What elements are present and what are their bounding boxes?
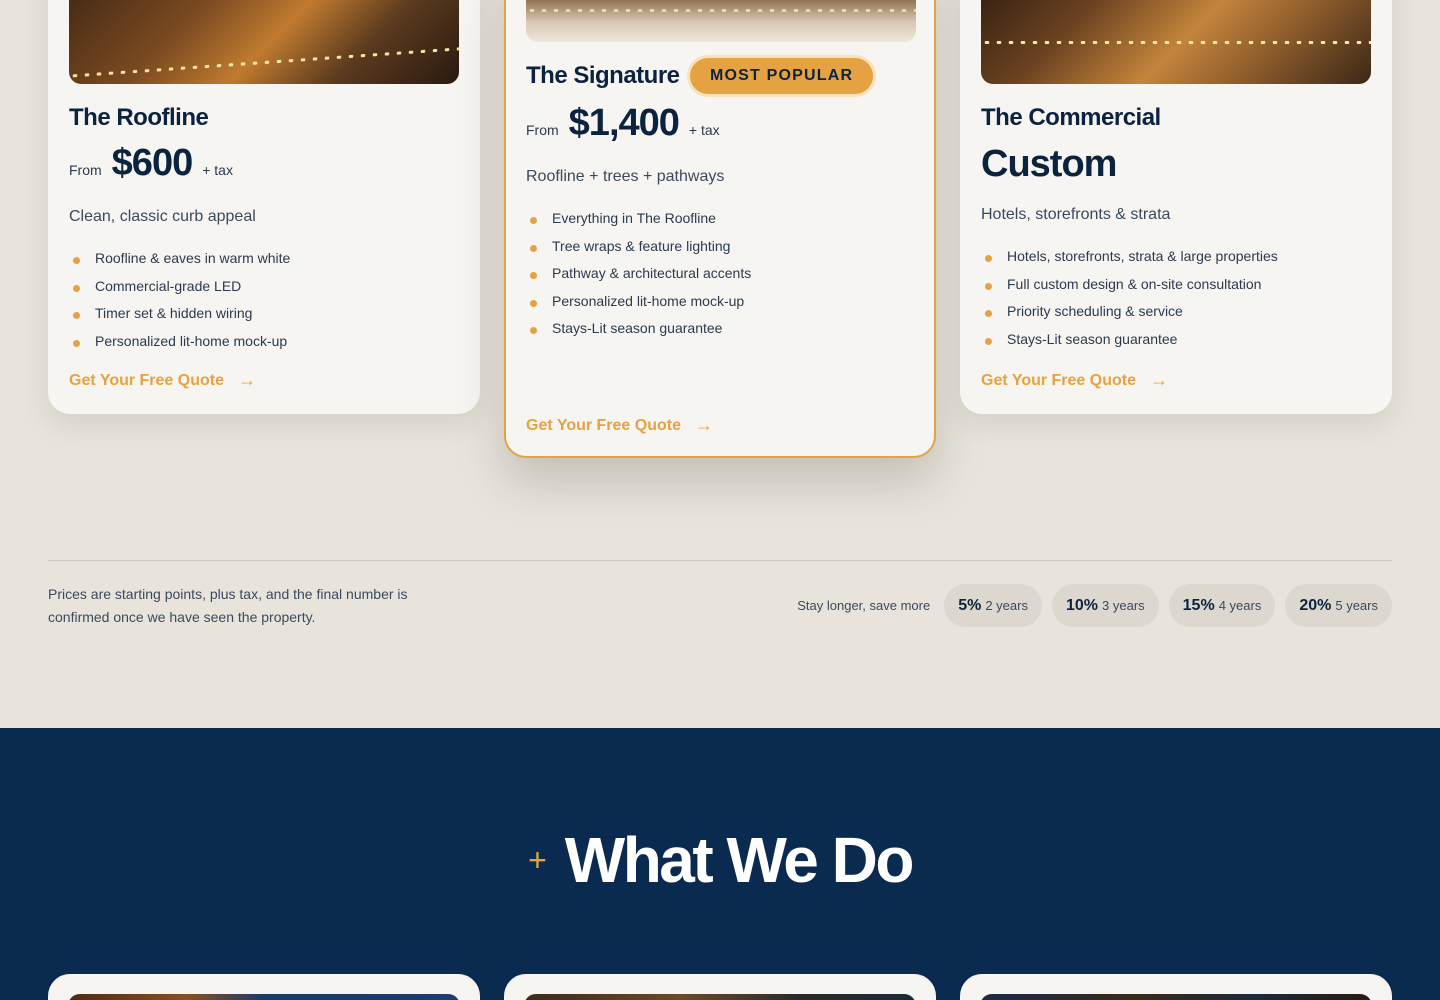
feature-item: Everything in The Roofline (526, 208, 751, 236)
plan-tagline: Roofline + trees + pathways (526, 168, 725, 185)
pricing-card-roofline: The Roofline From $600 + tax Clean, clas… (48, 0, 480, 414)
roofline-photo (69, 0, 459, 84)
signature-photo (526, 0, 916, 42)
cta-label: Get Your Free Quote (526, 416, 681, 434)
cta-label: Get Your Free Quote (981, 371, 1136, 389)
feature-item: Full custom design & on-site consultatio… (981, 274, 1278, 302)
feature-item: Roofline & eaves in warm white (69, 248, 290, 276)
feature-item: Personalized lit-home mock-up (526, 291, 751, 319)
price-amount: Custom (981, 143, 1117, 185)
services-heading: + What We Do (0, 823, 1440, 897)
plus-icon: + (528, 841, 547, 878)
price-row: From $600 + tax (69, 142, 233, 185)
service-photo (68, 994, 460, 1000)
price-amount: $600 (111, 142, 194, 184)
discount-years: 2 years (985, 598, 1028, 613)
dot-icon (73, 339, 80, 347)
discount-percent: 20% (1299, 596, 1332, 614)
plan-tagline: Clean, classic curb appeal (69, 208, 256, 225)
dot-icon (530, 244, 537, 252)
get-quote-link[interactable]: Get Your Free Quote → (981, 370, 1168, 391)
feature-list: Roofline & eaves in warm white Commercia… (69, 248, 290, 358)
feature-item: Timer set & hidden wiring (69, 303, 290, 331)
arrow-right-icon: → (238, 370, 256, 390)
services-section: + What We Do (0, 728, 1440, 1000)
discount-chip: 20% 5 years (1285, 584, 1392, 627)
discount-percent: 5% (958, 596, 982, 614)
plan-name: The Signature (526, 62, 680, 89)
discount-chip: 15% 4 years (1168, 584, 1276, 627)
feature-item: Personalized lit-home mock-up (69, 331, 290, 359)
dot-icon (73, 284, 80, 292)
discount-percent: 10% (1065, 596, 1099, 614)
plan-tagline: Hotels, storefronts & strata (981, 206, 1171, 223)
get-quote-link[interactable]: Get Your Free Quote → (526, 415, 713, 436)
service-photo (980, 994, 1372, 1000)
feature-item: Priority scheduling & service (981, 301, 1278, 329)
dot-icon (530, 299, 537, 307)
discount-chip: 5% 2 years (944, 584, 1042, 627)
dot-icon (73, 312, 80, 319)
service-card[interactable] (48, 974, 480, 1000)
pricing-card-signature: The Signature MOST POPULAR From $1,400 +… (504, 0, 936, 458)
arrow-right-icon: → (1150, 370, 1168, 390)
discount-percent: 15% (1182, 596, 1215, 614)
commercial-photo (981, 0, 1371, 84)
get-quote-link[interactable]: Get Your Free Quote → (69, 370, 256, 391)
discounts-label: Stay longer, save more (797, 598, 931, 613)
feature-item: Stays-Lit season guarantee (981, 329, 1278, 357)
price-from-label: From (69, 162, 102, 178)
loyalty-discounts: Stay longer, save more 5% 2 years 10% 3 … (797, 584, 1392, 627)
feature-item: Pathway & architectural accents (526, 263, 751, 291)
dot-icon (985, 282, 992, 290)
dot-icon (530, 327, 537, 334)
section-divider (48, 560, 1392, 561)
dot-icon (73, 257, 80, 264)
service-card[interactable] (504, 974, 936, 1000)
arrow-right-icon: → (695, 415, 713, 435)
price-row: From $1,400 + tax (526, 102, 720, 145)
feature-item: Tree wraps & feature lighting (526, 236, 751, 264)
feature-list: Hotels, storefronts, strata & large prop… (981, 246, 1278, 356)
plan-name: The Commercial (981, 104, 1161, 131)
pricing-card-commercial: The Commercial Custom Hotels, storefront… (960, 0, 1392, 414)
most-popular-badge: MOST POPULAR (690, 58, 874, 94)
discount-years: 3 years (1102, 598, 1145, 613)
feature-item: Commercial-grade LED (69, 276, 290, 304)
service-card[interactable] (960, 974, 1392, 1000)
dot-icon (985, 310, 992, 317)
discount-years: 5 years (1335, 598, 1378, 613)
dot-icon (530, 272, 537, 279)
feature-item: Stays-Lit season guarantee (526, 318, 751, 346)
feature-item: Hotels, storefronts, strata & large prop… (981, 246, 1278, 274)
dot-icon (985, 255, 992, 262)
cta-label: Get Your Free Quote (69, 371, 224, 389)
feature-list: Everything in The Roofline Tree wraps & … (526, 208, 751, 346)
price-from-label: From (526, 122, 559, 138)
service-photo (524, 994, 916, 1000)
price-tax-label: + tax (688, 122, 720, 138)
dot-icon (530, 217, 537, 224)
dot-icon (985, 337, 992, 345)
price-amount: $1,400 (568, 102, 680, 144)
plan-name: The Roofline (69, 104, 209, 131)
discount-years: 4 years (1218, 598, 1262, 613)
pricing-note: Prices are starting points, plus tax, an… (48, 586, 408, 625)
discount-chip: 10% 3 years (1051, 584, 1159, 627)
price-tax-label: + tax (202, 162, 233, 178)
services-title: What We Do (564, 824, 915, 896)
